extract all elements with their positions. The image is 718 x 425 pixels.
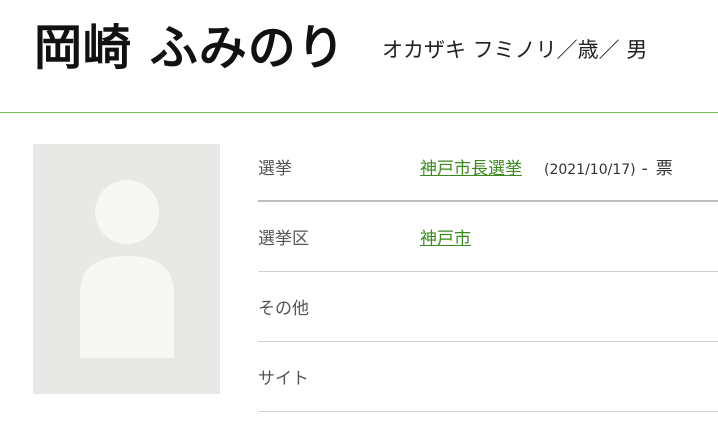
info-row-site: サイト <box>258 342 718 412</box>
candidate-info-table: 選挙 神戸市長選挙 (2021/10/17) - 票 選挙区 神戸市 その他 サイト <box>258 132 718 412</box>
district-value: 神戸市 <box>420 224 471 249</box>
other-label: その他 <box>258 299 309 319</box>
election-separator: - <box>641 159 648 179</box>
election-value: 神戸市長選挙 (2021/10/17) - 票 <box>420 154 673 179</box>
candidate-kana-age-gender: オカザキ フミノリ／歳／ 男 <box>382 38 648 62</box>
district-link[interactable]: 神戸市 <box>420 229 471 249</box>
district-label: 選挙区 <box>258 229 309 249</box>
profile-header: 岡崎 ふみのり オカザキ フミノリ／歳／ 男 <box>0 0 718 113</box>
info-row-district: 選挙区 神戸市 <box>258 202 718 272</box>
person-placeholder-icon <box>33 144 220 394</box>
info-row-election: 選挙 神戸市長選挙 (2021/10/17) - 票 <box>258 132 718 202</box>
election-label: 選挙 <box>258 159 292 179</box>
election-votes: 票 <box>655 159 673 179</box>
election-date: (2021/10/17) <box>544 162 636 178</box>
site-label: サイト <box>258 369 309 389</box>
info-row-other: その他 <box>258 272 718 342</box>
candidate-name: 岡崎 ふみのり <box>34 20 346 76</box>
candidate-photo <box>33 144 220 394</box>
election-link[interactable]: 神戸市長選挙 <box>420 159 522 179</box>
